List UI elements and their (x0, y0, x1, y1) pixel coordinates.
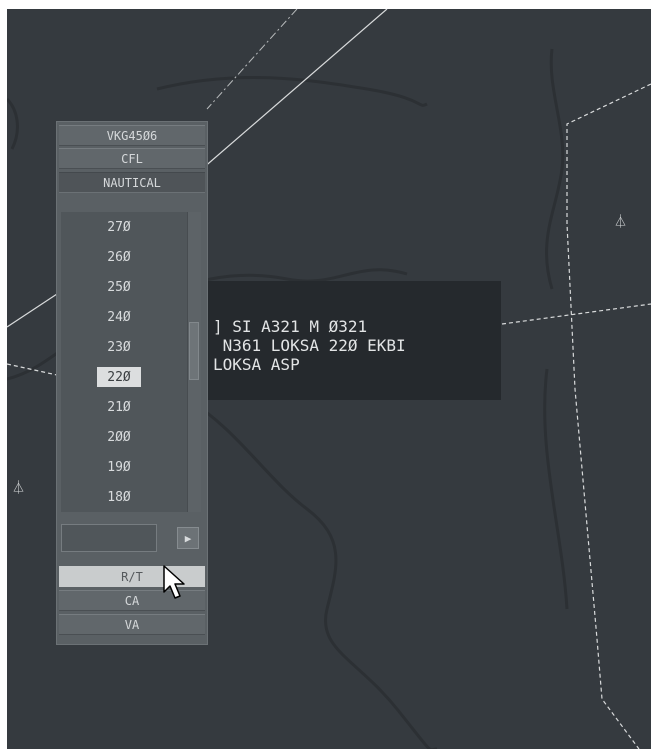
airspace-boundary (566, 83, 651, 749)
enter-arrow-button[interactable]: ▶ (177, 527, 199, 549)
boundary-line (206, 9, 298, 110)
level-item[interactable]: 19Ø (97, 457, 141, 477)
level-item[interactable]: 23Ø (97, 337, 141, 357)
coastline (7, 97, 19, 150)
flight-data-label[interactable]: ] SI A321 M Ø321 N361 LOKSA 22Ø EKBI LOK… (202, 281, 501, 400)
flight-label-line-2: N361 LOKSA 22Ø EKBI (213, 336, 406, 355)
level-item[interactable]: 26Ø (97, 247, 141, 267)
level-item-selected[interactable]: 22Ø (97, 367, 141, 387)
level-item[interactable]: 25Ø (97, 277, 141, 297)
coastline (186, 397, 437, 749)
level-item[interactable]: 24Ø (97, 307, 141, 327)
beacon-icon: ⏃ (614, 215, 628, 230)
nautical-toggle-button[interactable]: NAUTICAL (59, 172, 205, 193)
route-line (7, 293, 58, 328)
coastline (543, 368, 569, 610)
cfl-value-input[interactable] (61, 524, 157, 552)
scrollbar-thumb[interactable] (189, 322, 199, 380)
mouse-pointer-icon (163, 565, 185, 599)
flight-level-list[interactable]: 27Ø 26Ø 25Ø 24Ø 23Ø 22Ø 21Ø 2ØØ 19Ø 18Ø (61, 212, 187, 512)
level-scrollbar[interactable] (187, 212, 201, 512)
radar-display[interactable]: ⏃ ⏃ ] SI A321 M Ø321 N361 LOKSA 22Ø EKBI… (7, 9, 651, 749)
level-item[interactable]: 2ØØ (97, 427, 141, 447)
level-item[interactable]: 21Ø (97, 397, 141, 417)
flight-label-line-1: ] SI A321 M Ø321 (213, 317, 368, 336)
cfl-title-button[interactable]: CFL (59, 148, 205, 169)
va-button[interactable]: VA (59, 614, 205, 635)
airspace-boundary (501, 303, 651, 325)
play-arrow-icon: ▶ (184, 531, 192, 545)
coastline (545, 48, 565, 290)
beacon-icon: ⏃ (12, 481, 26, 496)
callsign-button[interactable]: VKG45Ø6 (59, 125, 205, 146)
flight-label-line-3: LOKSA ASP (213, 355, 300, 374)
level-item[interactable]: 18Ø (97, 487, 141, 507)
level-item[interactable]: 27Ø (97, 217, 141, 237)
